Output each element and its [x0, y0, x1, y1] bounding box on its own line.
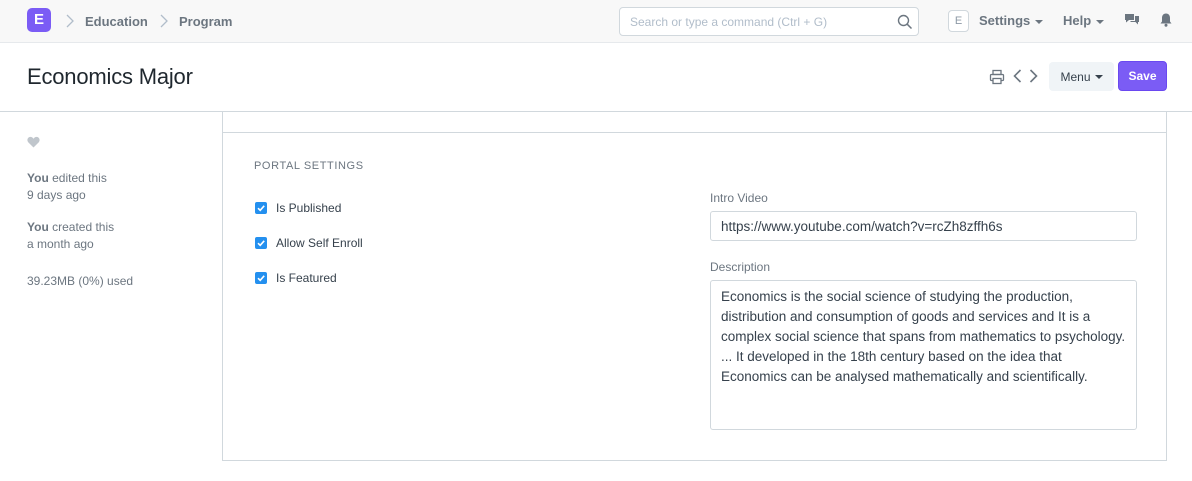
checkbox-checked[interactable] [255, 272, 267, 284]
settings-label: Settings [979, 13, 1031, 28]
section-heading[interactable]: PORTAL SETTINGS [254, 160, 364, 173]
created-by-user[interactable]: You [27, 220, 49, 234]
menu-label: Menu [1060, 69, 1091, 84]
description-label: Description [710, 260, 771, 274]
checkbox-label[interactable]: Is Published [276, 201, 341, 215]
chevron-right-icon[interactable] [1025, 68, 1041, 84]
checkbox-checked[interactable] [255, 202, 267, 214]
section-divider [223, 132, 1166, 133]
search-icon[interactable] [897, 14, 913, 30]
edited-time: 9 days ago [27, 188, 86, 202]
created-by-text: You created this [27, 219, 114, 236]
chevron-left-icon[interactable] [1010, 68, 1026, 84]
chevron-right-icon [160, 14, 168, 28]
heart-icon[interactable] [27, 136, 40, 148]
check-icon [257, 240, 265, 247]
created-time: a month ago [27, 237, 94, 251]
navbar: E Education Program E Settings Help [0, 0, 1192, 43]
edited-by-user[interactable]: You [27, 171, 49, 185]
storage-used: 39.23MB (0%) used [27, 274, 134, 288]
avatar[interactable]: E [948, 10, 969, 32]
edited-action: edited this [48, 171, 107, 185]
awesomebar [619, 7, 919, 36]
form-panel: PORTAL SETTINGS Is Published Allow Self … [222, 112, 1167, 461]
check-icon [257, 275, 265, 282]
help-dropdown[interactable]: Help [1063, 13, 1105, 28]
settings-dropdown[interactable]: Settings [979, 13, 1044, 28]
page-title: Economics Major [27, 64, 193, 89]
caret-down-icon [1035, 19, 1044, 24]
breadcrumb-program[interactable]: Program [179, 14, 232, 29]
checkbox-label[interactable]: Allow Self Enroll [276, 236, 363, 250]
edited-by-text: You edited this [27, 170, 107, 187]
menu-button[interactable]: Menu [1049, 62, 1114, 91]
chevron-right-icon [66, 14, 74, 28]
checkbox-checked[interactable] [255, 237, 267, 249]
intro-video-label: Intro Video [710, 191, 768, 205]
chat-icon[interactable] [1124, 12, 1140, 28]
check-icon [257, 205, 265, 212]
caret-down-icon [1096, 19, 1105, 24]
search-input[interactable] [620, 8, 890, 35]
breadcrumb-education[interactable]: Education [85, 14, 148, 29]
printer-icon[interactable] [989, 69, 1005, 85]
checkbox-label[interactable]: Is Featured [276, 271, 337, 285]
description-textarea[interactable]: Economics is the social science of study… [710, 280, 1137, 430]
help-label: Help [1063, 13, 1092, 28]
created-action: created this [48, 220, 115, 234]
app-logo[interactable]: E [27, 8, 51, 32]
intro-video-input[interactable] [710, 211, 1137, 241]
save-button[interactable]: Save [1118, 61, 1167, 91]
bell-icon[interactable] [1158, 12, 1174, 28]
page-head: Economics Major Menu Save [0, 43, 1192, 112]
caret-down-icon [1094, 75, 1103, 80]
